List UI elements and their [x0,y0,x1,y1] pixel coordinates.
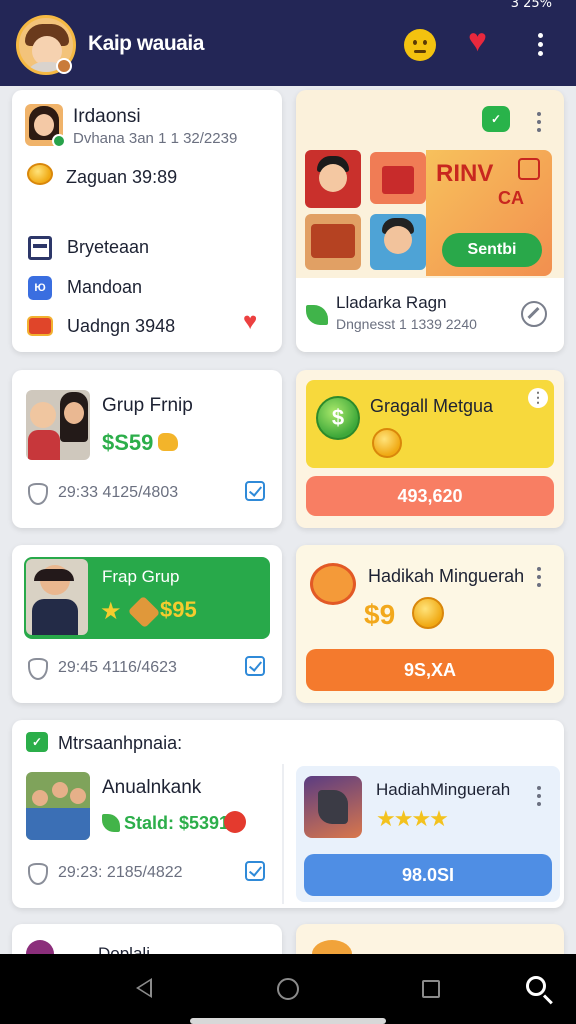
gift-icon [27,316,53,336]
shield-icon [28,483,48,505]
coins-icon [412,597,444,629]
system-nav-bar [0,954,576,1024]
star-icon: ★ [100,598,122,625]
coin-label: Zaguan 39:89 [66,167,178,187]
more-vertical-icon[interactable] [534,567,544,591]
checkbox-icon[interactable] [245,656,265,676]
more-vertical-icon[interactable] [534,786,544,810]
side-title: HadiahMinguerah [376,780,511,799]
section-stats: 29:23: 2185/4822 [58,864,183,881]
game-thumb [304,776,362,838]
compass-icon[interactable] [521,301,547,327]
menu-label: Uadngn 3948 [67,316,176,336]
card-icon [28,236,52,260]
promo-title: Lladarka Ragn [336,293,447,312]
group-title: Grup Frnip [102,395,193,416]
section-header: Mtrsaanhpnaia: [58,733,183,753]
home-indicator[interactable] [190,1018,386,1024]
section-icon: ✓ [26,732,48,752]
chat-badge-icon[interactable]: ✓ [482,106,510,132]
more-vertical-icon[interactable] [534,112,544,136]
home-icon[interactable] [277,978,299,1000]
promo-avatar-kid [370,214,426,270]
promo-avatar-boy [305,150,361,208]
checkbox-icon[interactable] [245,861,265,881]
more-vertical-icon[interactable] [530,30,550,60]
rating-stars: ★★★★ [376,806,449,831]
group-stats: 29:33 4125/4803 [58,484,179,501]
family-photo [26,772,90,840]
info-icon[interactable]: ⋮ [528,388,548,408]
group-stats: 29:45 4116/4623 [58,659,177,676]
menu-label: Mandoan [67,277,143,297]
reward-button[interactable]: 9S,XA [306,649,554,691]
shield-icon [28,863,48,885]
online-badge-icon [52,134,66,148]
profile-card: Irdaonsi Dvhana 3an 1 1 32/2239 Zaguan 3… [12,90,282,352]
section-card: ✓ Mtrsaanhpnaia: Anualnkank Stald: $5391… [12,720,564,908]
shield-icon [28,658,48,680]
group-card[interactable]: Frap Grup ★ $95 29:45 4116/4623 [12,545,282,703]
side-button[interactable]: 98.0SI [304,854,552,896]
reward-card: $ Gragall Metgua ⋮ 493,620 [296,370,564,528]
promo-subtitle: Dngnesst 1 1339 2240 [336,316,477,332]
gift-icon [310,563,356,605]
status-bar-text: 3 25% [510,0,552,11]
promo-food-thumb [305,214,361,270]
group-amount: $S59 [102,430,154,455]
menu-label: Bryeteaan [67,237,150,257]
reward-title: Hadikah Minguerah [368,566,525,586]
avatar-badge-icon [56,58,72,74]
coin-icon [27,163,53,185]
item-line: Stald: $5391 [124,813,230,833]
app-title: Kaip wauaia [88,32,204,55]
divider [282,764,284,904]
app-icon: Ю [28,276,52,300]
reward-title: Gragall Metgua [370,396,494,416]
reward-card: Hadikah Minguerah $9 9S,XA [296,545,564,703]
profile-name: Irdaonsi [73,106,141,127]
heart-icon[interactable]: ♥ [468,24,487,56]
top-app-bar: 3 25% Kaip wauaia ♥ [0,0,576,86]
thumbs-icon [158,433,178,451]
promo-button[interactable]: Sentbi [442,233,542,267]
checkbox-icon[interactable] [245,481,265,501]
group-title: Frap Grup [102,567,180,586]
coins-icon [372,428,402,458]
group-card[interactable]: Grup Frnip $S59 29:33 4125/4803 [12,370,282,528]
group-panel: Frap Grup ★ $95 [24,557,270,639]
alert-icon [224,811,246,833]
dollar-coin-icon: $ [316,396,360,440]
item-title: Anualnkank [102,777,202,798]
badge-icon [127,595,161,629]
banner-subtext: CA [498,188,524,208]
leaf-icon [102,814,120,832]
promo-gift-thumb [370,152,426,204]
promo-card: ✓ RINV CA Sentbi Lladarka Ragn Dngnesst … [296,90,564,352]
group-photo [26,390,90,460]
group-amount: $95 [160,597,197,622]
heart-icon[interactable]: ♥ [243,308,257,336]
emoji-face-icon[interactable] [404,29,436,61]
reward-panel[interactable]: $ Gragall Metgua ⋮ [306,380,554,468]
search-icon[interactable] [526,976,546,996]
reward-button[interactable]: 493,620 [306,476,554,516]
profile-subtitle: Dvhana 3an 1 1 32/2239 [73,130,238,147]
recents-icon[interactable] [422,980,440,998]
reward-amount: $9 [364,599,396,630]
back-icon[interactable] [136,978,152,998]
side-reward-panel[interactable]: HadiahMinguerah ★★★★ 98.0SI [296,766,560,902]
tag-icon [518,158,540,180]
banner-text: RINV [436,160,494,187]
group-photo [26,559,88,635]
